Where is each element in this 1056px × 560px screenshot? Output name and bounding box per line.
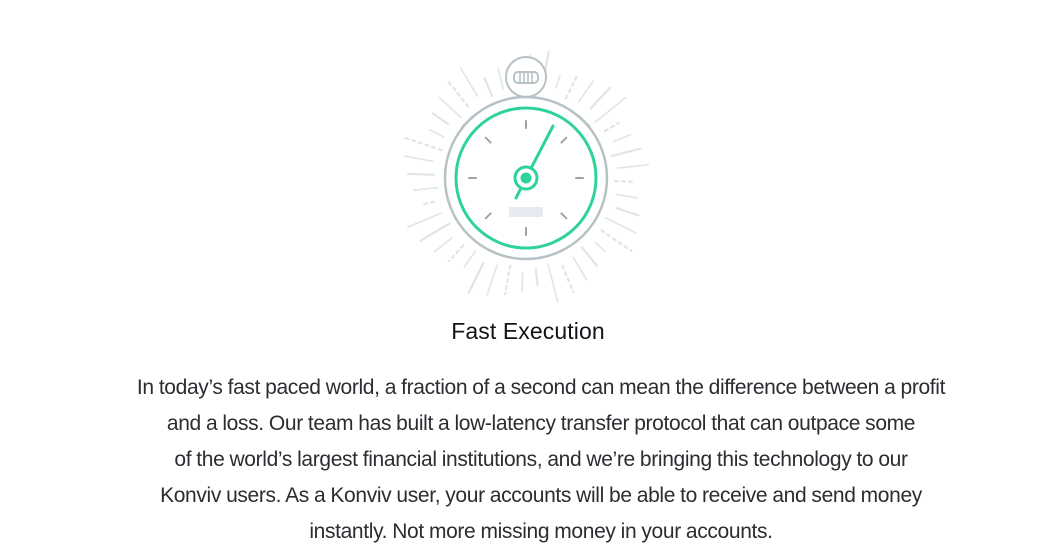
speed-ray (611, 147, 642, 158)
speed-ray (589, 86, 611, 110)
speed-ray (447, 81, 470, 108)
speed-ray (463, 250, 477, 268)
speed-ray (564, 75, 578, 100)
speed-ray (555, 74, 561, 89)
speed-ray (404, 155, 434, 162)
hand-hub-dot (520, 172, 532, 184)
speed-ray (521, 272, 524, 292)
speed-ray (561, 264, 575, 293)
feature-description: In today’s fast paced world, a fraction … (74, 370, 1008, 550)
speed-ray (483, 77, 494, 97)
speed-ray (616, 164, 650, 169)
speed-ray (428, 128, 445, 138)
speed-ray (459, 67, 479, 98)
speed-ray (419, 222, 451, 242)
speed-ray (547, 263, 559, 303)
speed-ray (438, 96, 462, 119)
description-line: and a loss. Our team has built a low-lat… (166, 412, 916, 435)
description-line: of the world’s largest financial institu… (174, 448, 908, 471)
feature-fast-execution: Fast Execution In today’s fast paced wor… (0, 0, 1056, 560)
speed-ray (486, 264, 498, 296)
stopwatch-illustration (396, 46, 658, 304)
speed-ray (467, 261, 485, 294)
stopwatch-crown (505, 56, 547, 102)
description-line: In today’s fast paced world, a fraction … (136, 376, 946, 399)
description-line: Konviv users. As a Konviv user, your acc… (160, 484, 922, 507)
speed-ray (613, 180, 635, 183)
speed-ray (534, 268, 539, 287)
speed-ray (580, 246, 599, 267)
digital-display (509, 207, 543, 217)
speed-ray (615, 193, 638, 199)
feature-title: Fast Execution (451, 318, 605, 344)
speed-ray (503, 264, 512, 296)
speed-ray (497, 67, 504, 90)
speed-ray (577, 80, 594, 104)
speed-ray (407, 172, 436, 176)
speed-ray (572, 256, 588, 281)
speed-ray (447, 244, 465, 262)
speed-ray (604, 217, 637, 234)
speed-ray (594, 241, 606, 253)
speed-ray (615, 206, 640, 217)
description-line: instantly. Not more missing money in you… (309, 520, 773, 543)
speed-ray (600, 229, 633, 252)
speed-ray (431, 112, 450, 126)
speed-ray (420, 200, 436, 206)
speed-ray (412, 186, 439, 191)
speed-ray (612, 133, 632, 143)
speed-ray (403, 136, 443, 152)
speed-ray (594, 96, 627, 123)
speed-ray (604, 121, 620, 133)
speed-ray (407, 212, 442, 228)
speed-ray (433, 236, 453, 253)
stopwatch-icon (403, 50, 650, 303)
